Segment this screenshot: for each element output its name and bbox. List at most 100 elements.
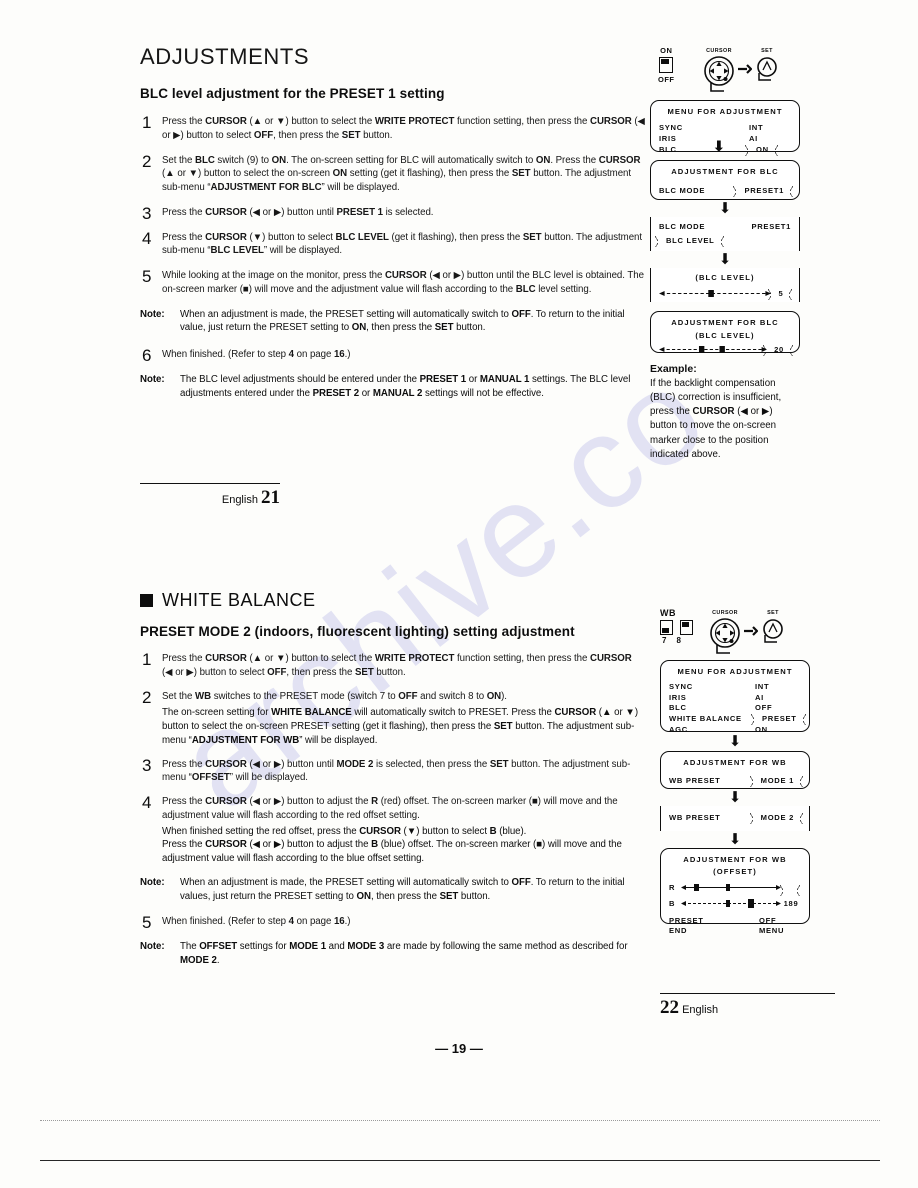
note-text: When an adjustment is made, the PRESET s…: [180, 308, 625, 334]
menu-value: AI: [755, 692, 764, 702]
osd-panel-title: (BLC LEVEL): [695, 273, 755, 282]
footer-language: English: [221, 494, 258, 506]
section-heading: WHITE BALANCE: [140, 590, 640, 611]
flow-arrow-icon: ⬇: [718, 251, 732, 268]
step-text: Set the WB switches to the PRESET mode (…: [162, 690, 507, 702]
osd-offset-row: R: [669, 883, 802, 896]
step-continuation: The on-screen setting for WHITE BALANCE …: [162, 707, 639, 746]
osd-field-value: PRESET1: [751, 222, 791, 231]
flow-arrow-icon: ⬇: [728, 831, 742, 848]
note-block: Note: The BLC level adjustments should b…: [140, 373, 650, 401]
osd-bottom-item: PRESET: [669, 916, 704, 925]
osd-slider-track: [681, 883, 781, 892]
osd-panel-subtitle: (OFFSET): [713, 867, 757, 876]
step-item: 1 Press the CURSOR (▲ or ▼) button to se…: [140, 113, 650, 143]
page-21-body: ADJUSTMENTS BLC level adjustment for the…: [140, 44, 650, 400]
osd-blc-level-select-panel: BLC MODE PRESET1 BLC LEVEL: [650, 217, 800, 251]
page-22-steps: 1 Press the CURSOR (▲ or ▼) button to se…: [140, 650, 640, 968]
step-number: 3: [142, 755, 152, 775]
note-text: The BLC level adjustments should be ente…: [180, 373, 631, 399]
osd-panel-title: ADJUSTMENT FOR BLC: [671, 167, 779, 176]
switch-on-label: ON: [660, 46, 673, 55]
step-number: 2: [142, 687, 152, 707]
menu-item: BLC: [659, 145, 677, 154]
step-item: 5 When finished. (Refer to step 4 on pag…: [140, 913, 640, 932]
osd-panel-subtitle: (BLC LEVEL): [695, 331, 755, 340]
page-21-diagram: ON OFF CURSOR SET MENU FOR ADJUSTMENT SY…: [650, 46, 800, 462]
osd-wb-offset-panel: ADJUSTMENT FOR WB (OFFSET) R B 189 PRESE…: [660, 848, 810, 935]
osd-panel-title: ADJUSTMENT FOR WB: [683, 855, 787, 864]
example-heading: Example:: [650, 363, 697, 375]
menu-item: SYNC: [669, 682, 693, 691]
step-item: 3 Press the CURSOR (◀ or ▶) button until…: [140, 756, 640, 786]
page-22-diagram: WB 7 8 CURSOR SET MENU FOR ADJUSTMENT SY…: [660, 608, 810, 935]
section-title: WHITE BALANCE: [162, 590, 316, 610]
osd-field-label: WB PRESET: [669, 813, 721, 822]
step-text: When finished. (Refer to step 4 on page …: [162, 349, 351, 361]
menu-item: AGC: [669, 724, 688, 734]
switch-number: 7: [662, 636, 667, 645]
footer-page-number: 22: [660, 997, 679, 1018]
set-button-icon: [757, 57, 777, 81]
wb-label: WB: [660, 608, 676, 618]
step-text: Set the BLC switch (9) to ON. The on-scr…: [162, 154, 641, 194]
step-number: 5: [142, 267, 152, 287]
page-title: ADJUSTMENTS: [140, 44, 310, 69]
osd-field-value-flashing: MODE 2: [749, 812, 806, 824]
wb-switch-group: WB 7 8: [660, 608, 693, 645]
step-item: 2 Set the WB switches to the PRESET mode…: [140, 688, 640, 707]
osd-menu-right-items: INT AI ON: [745, 122, 791, 156]
menu-value: INT: [749, 123, 764, 132]
scan-edge-dots: [40, 1120, 880, 1121]
scan-page-number-text: — 19 —: [435, 1041, 483, 1056]
example-block: Example: If the backlight compensation (…: [650, 363, 800, 462]
osd-menu-panel: MENU FOR ADJUSTMENT SYNC IRIS BLC WHITE …: [660, 660, 810, 735]
footer-page-number: 21: [261, 487, 280, 508]
cursor-pointer-line: [716, 645, 730, 654]
osd-menu-panel: MENU FOR ADJUSTMENT SYNC IRIS BLC INT AI…: [650, 100, 800, 156]
menu-value: AI: [749, 134, 758, 143]
note-text: The OFFSET settings for MODE 1 and MODE …: [180, 941, 628, 967]
cursor-pointer-line: [710, 83, 724, 92]
set-control: SET: [754, 48, 780, 89]
osd-bottom-right: OFF MENU: [759, 916, 801, 937]
step-continuation: When finished setting the red offset, pr…: [162, 825, 527, 837]
page-21-steps: 1 Press the CURSOR (▲ or ▼) button to se…: [140, 113, 650, 401]
osd-row-label: R: [669, 883, 676, 892]
scan-page-number: — 19 —: [0, 1040, 918, 1058]
switch-number: 8: [676, 636, 681, 645]
step-continuation: Press the CURSOR (◀ or ▶) button to adju…: [162, 839, 622, 865]
osd-field-label: BLC MODE: [659, 222, 706, 231]
step-number: 5: [142, 913, 152, 933]
osd-slider-value-flashing: 20: [763, 344, 795, 356]
osd-panel-title: ADJUSTMENT FOR WB: [683, 758, 787, 767]
osd-menu-title: MENU FOR ADJUSTMENT: [677, 667, 793, 676]
step-text: Press the CURSOR (◀ or ▶) button to adju…: [162, 796, 618, 821]
osd-menu-left-items: SYNC IRIS BLC: [659, 122, 749, 155]
scan-edge-line: [40, 1160, 880, 1161]
step-item: 4 Press the CURSOR (▼) button to select …: [140, 229, 650, 259]
page-21-footer: English 21: [140, 483, 280, 509]
osd-bottom-left: PRESET END: [669, 916, 759, 937]
step-text: Press the CURSOR (▼) button to select BL…: [162, 231, 643, 257]
osd-menu-title: MENU FOR ADJUSTMENT: [667, 107, 783, 116]
step-item: 3 Press the CURSOR (◀ or ▶) button until…: [140, 204, 650, 223]
menu-value-flashing: ON: [745, 144, 780, 156]
note-block: Note: The OFFSET settings for MODE 1 and…: [140, 940, 640, 968]
step-text: While looking at the image on the monito…: [162, 270, 644, 295]
page-21-subtitle: BLC level adjustment for the PRESET 1 se…: [140, 86, 445, 101]
menu-item: SYNC: [659, 123, 683, 132]
osd-field-value-flashing: PRESET1: [733, 185, 795, 197]
osd-menu-right-items: INT AI OFF PRESET ON: [751, 682, 808, 735]
osd-wb-mode1-panel: ADJUSTMENT FOR WB WB PRESET MODE 1: [660, 751, 810, 789]
menu-item: BLC: [669, 703, 687, 713]
set-button-icon: [763, 619, 783, 643]
arrow-right-icon: [744, 626, 758, 636]
osd-slider-track: [659, 345, 767, 354]
note-block: Note: When an adjustment is made, the PR…: [140, 876, 640, 904]
osd-slider-track: [659, 289, 771, 298]
arrow-right-icon: [738, 64, 752, 74]
osd-blc-final-panel: ADJUSTMENT FOR BLC (BLC LEVEL) 20: [650, 311, 800, 356]
arrow-right-icon: [704, 62, 707, 74]
step-item: 2 Set the BLC switch (9) to ON. The on-s…: [140, 152, 650, 195]
